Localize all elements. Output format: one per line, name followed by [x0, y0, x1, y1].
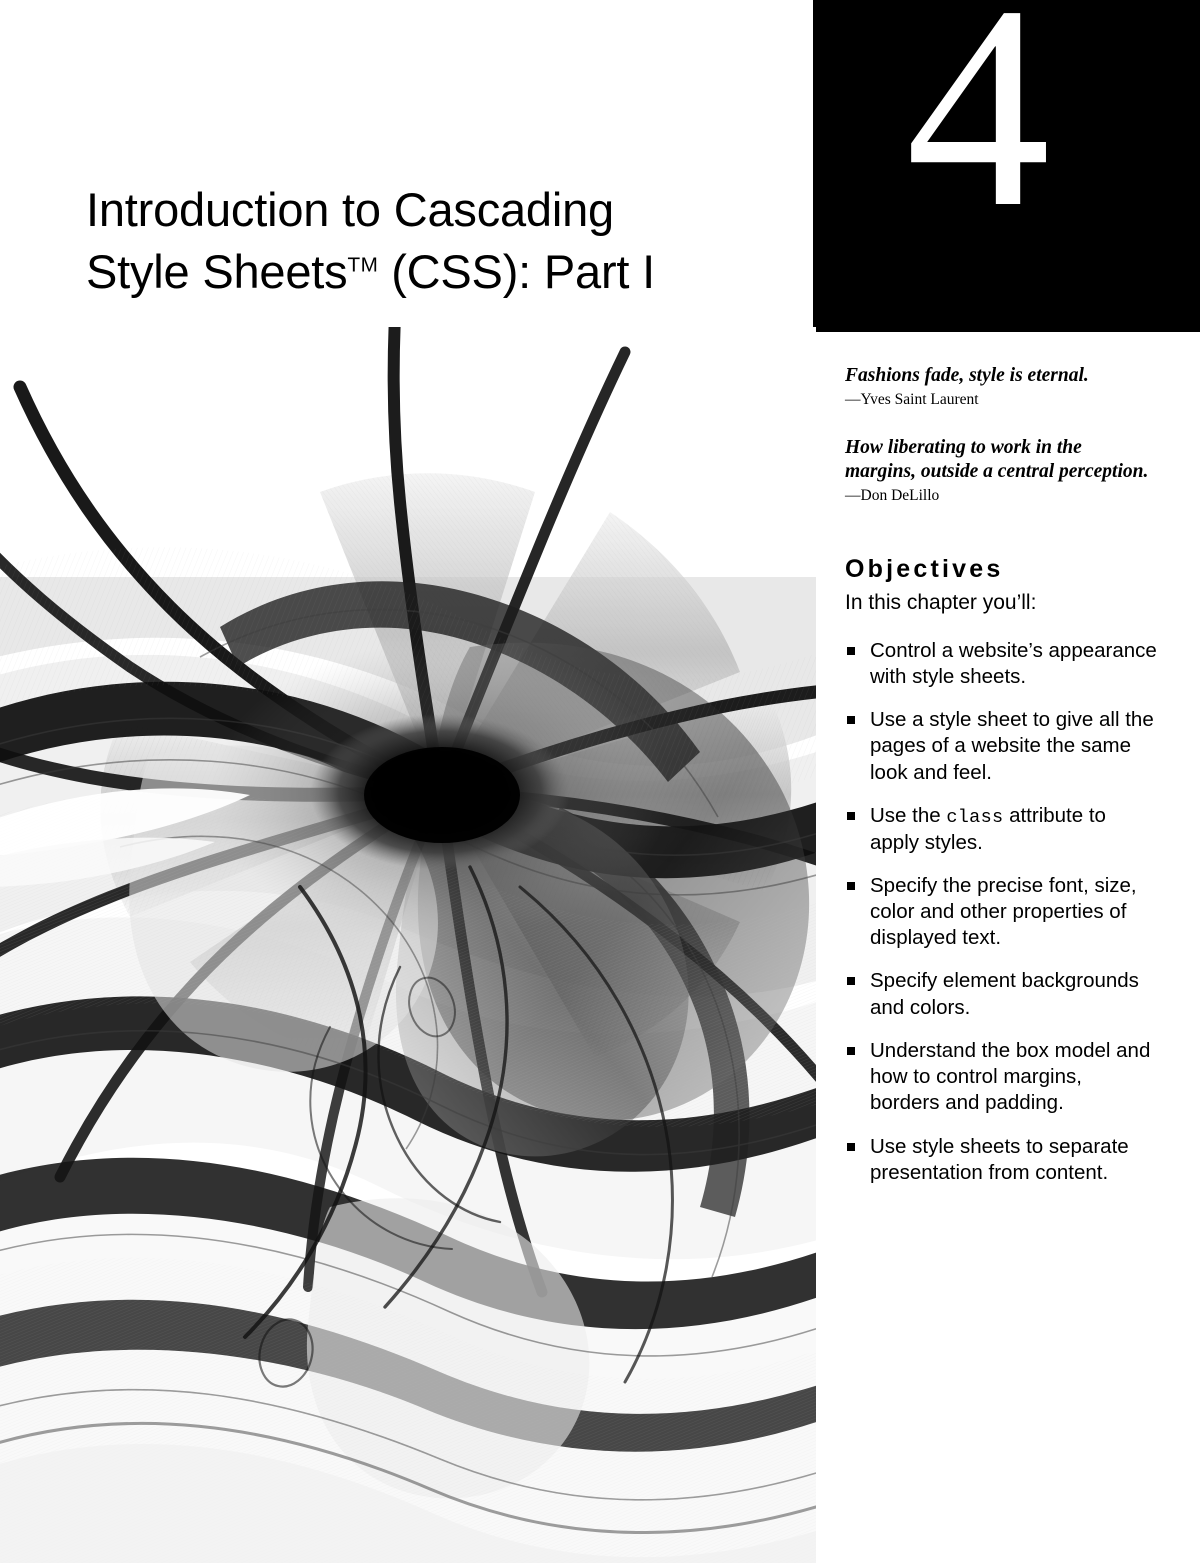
objectives-item-code: class — [946, 806, 1004, 828]
artwork-canvas — [0, 327, 816, 1563]
bullet-square-icon — [847, 716, 855, 725]
objectives-item-text: Control a website’s appearance with styl… — [870, 638, 1157, 688]
quote-text: Fashions fade, style is eternal. — [845, 365, 1089, 386]
objectives-list-item: Use a style sheet to give all the pages … — [845, 707, 1157, 786]
trademark-symbol: TM — [347, 252, 379, 276]
quote-block: How liberating to work in the margins, o… — [845, 436, 1157, 506]
objectives-list-item: Specify element backgrounds and colors. — [845, 968, 1157, 1020]
artwork-core — [210, 642, 670, 942]
quote-text: How liberating to work in the margins, o… — [845, 436, 1149, 483]
title-line-2-prefix: Style Sheets — [86, 244, 348, 298]
chapter-number: 4 — [905, 0, 1051, 267]
objectives-item-text: Specify the precise font, size, color an… — [870, 873, 1137, 950]
objectives-list: Control a website’s appearance with styl… — [845, 638, 1157, 1186]
objectives-list-item: Use style sheets to separate presentatio… — [845, 1134, 1157, 1186]
title-line-1: Introduction to Cascading — [86, 183, 614, 237]
page-title: Introduction to Cascading Style SheetsTM… — [86, 179, 786, 301]
objectives-intro: In this chapter you’ll: — [845, 591, 1037, 615]
objectives-list-item: Specify the precise font, size, color an… — [845, 873, 1157, 952]
objectives-list-item: Understand the box model and how to cont… — [845, 1038, 1157, 1117]
bullet-square-icon — [847, 646, 855, 655]
bullet-square-icon — [847, 1142, 855, 1151]
objectives-heading: Objectives — [845, 554, 1004, 583]
objectives-item-text: Use a style sheet to give all the pages … — [870, 708, 1154, 784]
chapter-number-panel: 4 — [813, 0, 1200, 332]
objectives-item-text: Understand the box model and how to cont… — [870, 1038, 1151, 1115]
title-line-2-suffix: (CSS): Part I — [378, 244, 655, 298]
quote-attribution: —Yves Saint Laurent — [845, 390, 979, 408]
objectives-item-text: Use the — [870, 803, 947, 827]
bullet-square-icon — [847, 811, 855, 820]
objectives-list-item: Control a website’s appearance with styl… — [845, 638, 1157, 690]
quote-attribution: —Don DeLillo — [845, 486, 940, 504]
objectives-item-text: Specify element backgrounds and colors. — [870, 969, 1139, 1019]
chapter-sidebar: Fashions fade, style is eternal. —Yves S… — [845, 364, 1157, 1203]
bullet-square-icon — [847, 977, 855, 986]
abstract-radial-mesh-artwork — [0, 327, 816, 1563]
bullet-square-icon — [847, 881, 855, 890]
objectives-item-text: Use style sheets to separate presentatio… — [870, 1134, 1129, 1184]
objectives-list-item: Use the class attribute to apply styles. — [845, 803, 1157, 856]
bullet-square-icon — [847, 1046, 855, 1055]
quote-block: Fashions fade, style is eternal. —Yves S… — [845, 364, 1157, 410]
